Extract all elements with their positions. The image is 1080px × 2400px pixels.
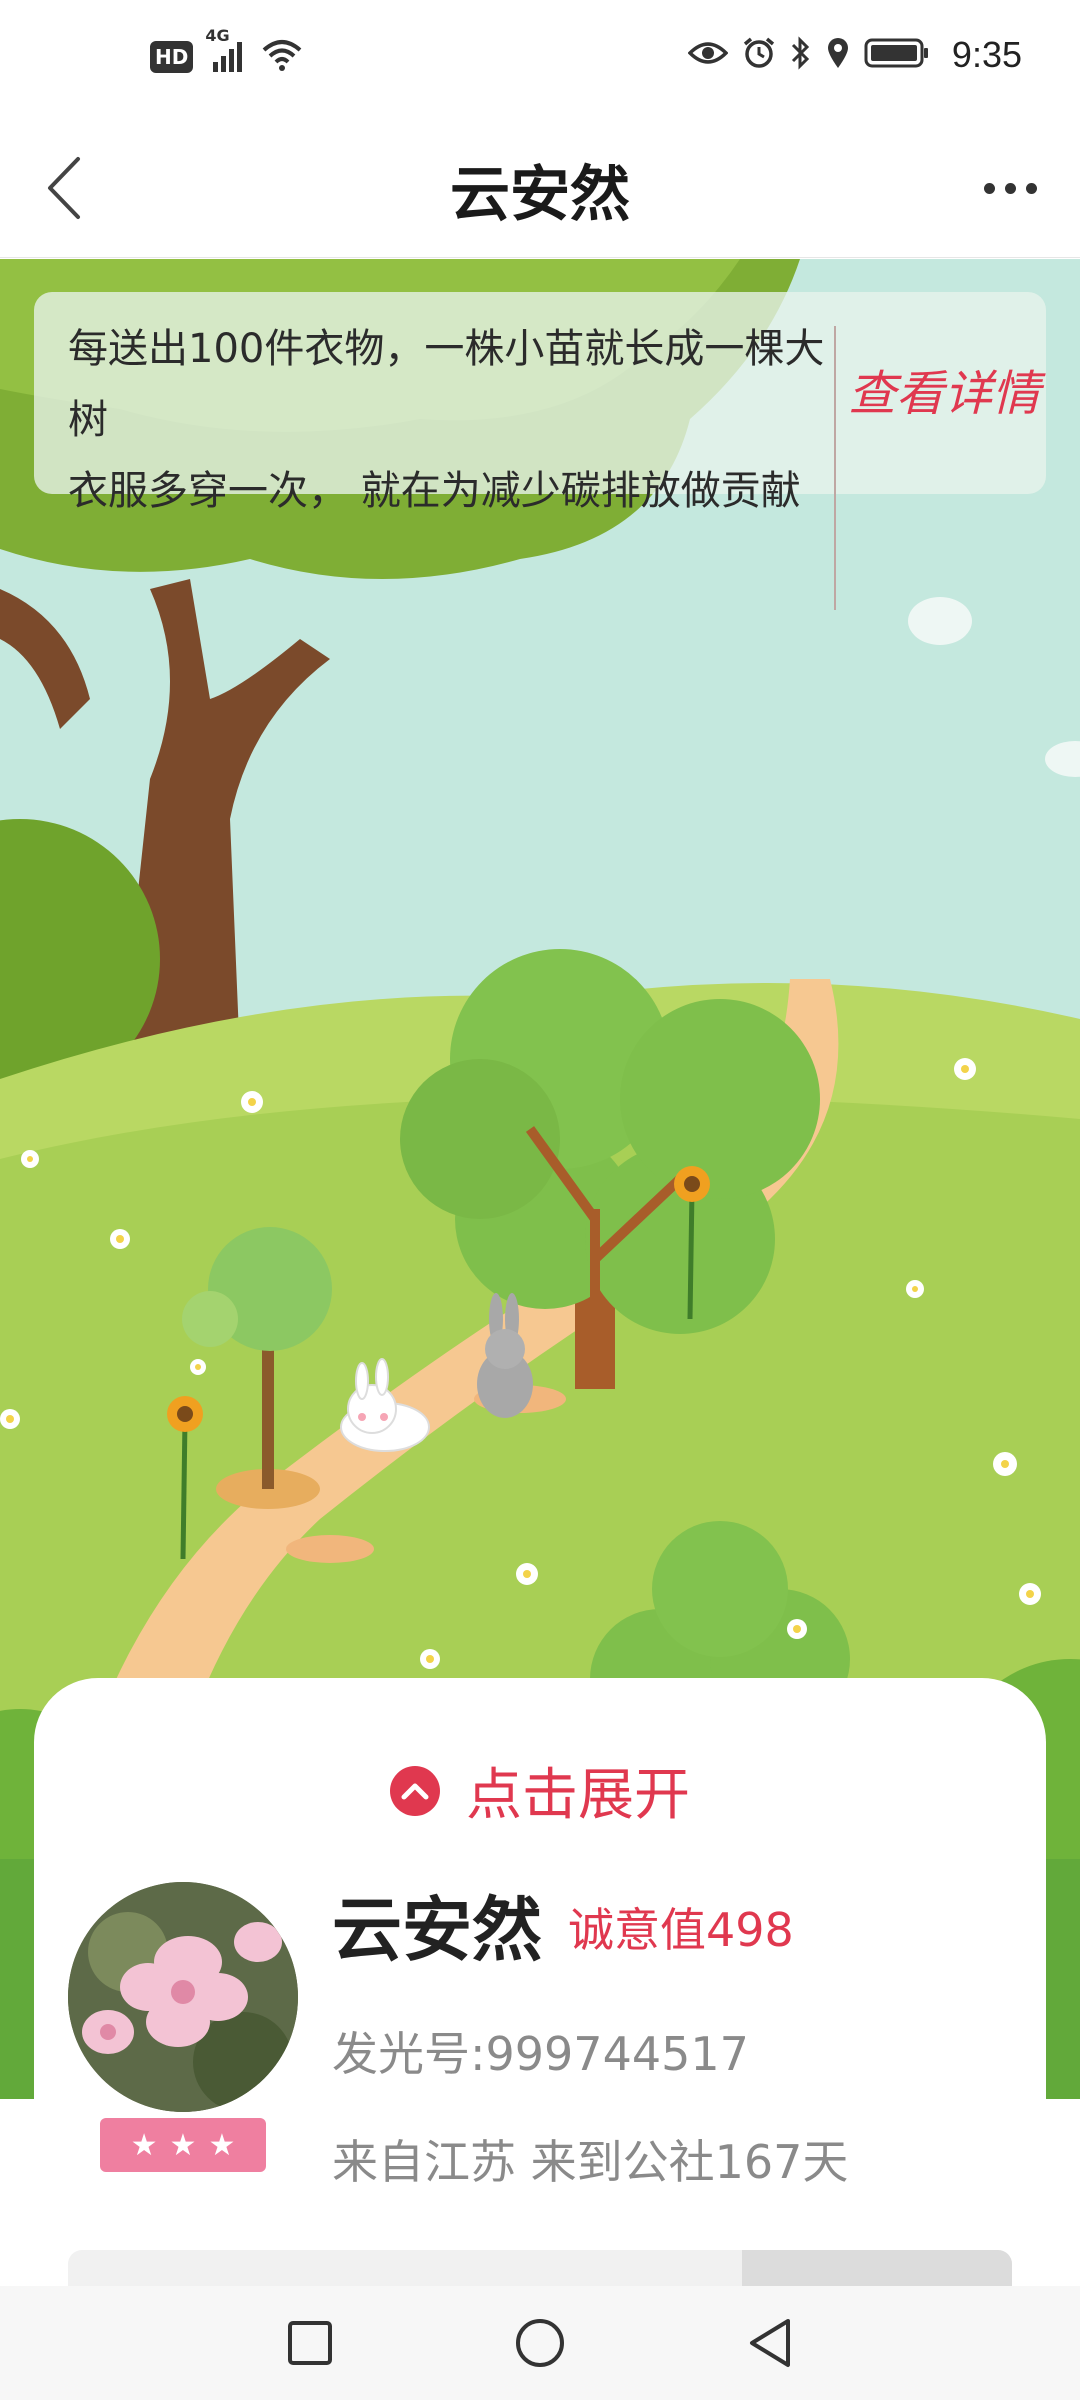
avatar[interactable] [68, 1882, 298, 2112]
expand-toggle[interactable]: 点击展开 [34, 1750, 1046, 1831]
bluetooth-icon [790, 36, 812, 74]
page-title: 云安然 [450, 160, 630, 230]
origin-info: 来自江苏 来到公社167天 [332, 2135, 849, 2189]
eye-icon [687, 39, 729, 71]
more-dots-icon [983, 182, 995, 194]
circle-home-icon [516, 2319, 564, 2367]
home-button[interactable] [500, 2303, 580, 2383]
status-right: 9:35 [687, 34, 1022, 76]
star-icon: ★ [130, 2127, 158, 2163]
triangle-back-icon [750, 2319, 790, 2367]
hd-icon: HD [150, 41, 194, 73]
banner-line-1: 每送出100件衣物，一株小苗就长成一棵大树 [68, 326, 825, 443]
banner-line-2: 衣服多穿一次， 就在为减少碳排放做贡献 [68, 468, 801, 514]
expand-label: 点击展开 [466, 1763, 690, 1828]
back-nav-button[interactable] [730, 2303, 810, 2383]
banner-divider [834, 326, 836, 610]
status-bar: HD 4G 9:35 [0, 0, 1080, 118]
star-icon: ★ [169, 2127, 197, 2163]
system-nav-bar [0, 2286, 1080, 2400]
status-left: HD 4G [150, 26, 303, 76]
star-icon: ★ [208, 2127, 236, 2163]
view-details-link[interactable]: 查看详情 [842, 354, 1046, 424]
clock: 9:35 [951, 34, 1022, 75]
wifi-icon [261, 38, 303, 76]
banner-text: 每送出100件衣物，一株小苗就长成一棵大树 衣服多穿一次， 就在为减少碳排放做贡… [68, 314, 828, 527]
square-icon [288, 2321, 332, 2365]
recents-button[interactable] [270, 2303, 350, 2383]
app-header: 云安然 [0, 118, 1080, 258]
location-icon [826, 36, 850, 74]
level-badge: ★ ★ ★ [100, 2118, 266, 2172]
info-banner: 每送出100件衣物，一株小苗就长成一棵大树 衣服多穿一次， 就在为减少碳排放做贡… [34, 292, 1046, 610]
glow-id: 发光号:999744517 [332, 2027, 749, 2081]
more-button[interactable] [970, 160, 1050, 216]
4g-signal-icon: 4G [205, 26, 247, 74]
user-name: 云安然 [332, 1889, 542, 1971]
chevron-up-circle-icon [390, 1765, 440, 1816]
alarm-icon [742, 36, 776, 74]
sincerity-value: 诚意值498 [568, 1903, 794, 1957]
battery-icon [864, 36, 930, 74]
